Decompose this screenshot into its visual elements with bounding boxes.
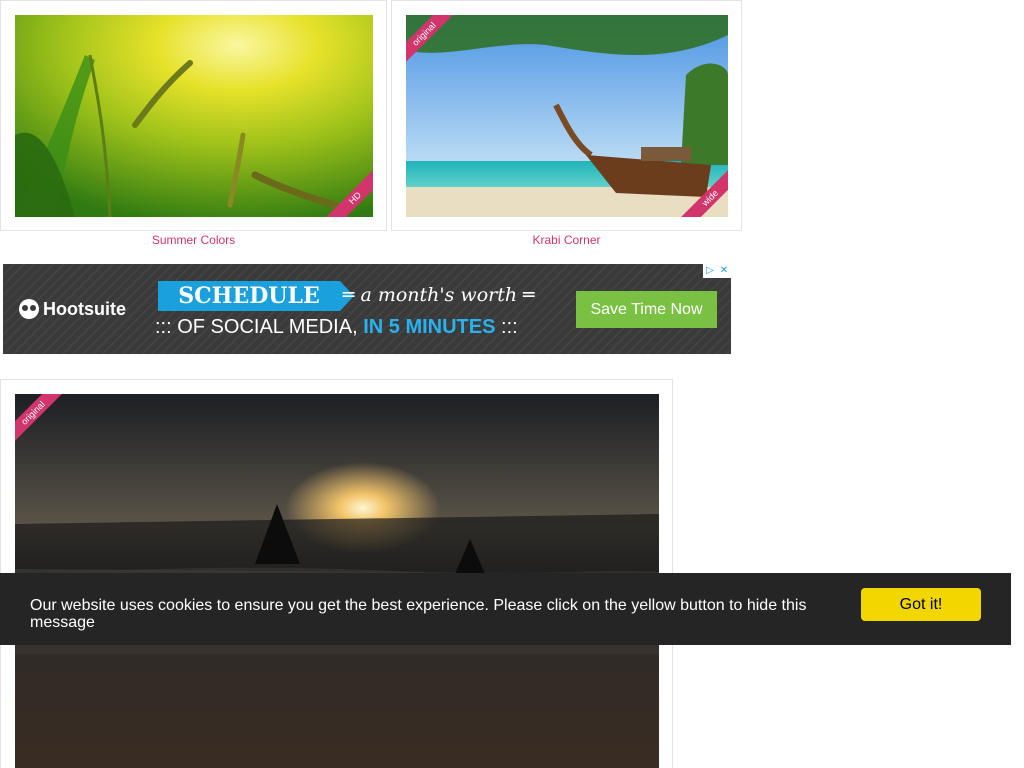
close-icon[interactable]: ✕ (717, 264, 731, 278)
got-it-button[interactable]: Got it! (861, 588, 981, 621)
owl-icon (19, 299, 39, 319)
hootsuite-ad-banner[interactable]: Hootsuite SCHEDULE ═ a month's worth ═ :… (3, 264, 731, 354)
wallpaper-card-krabi-corner: original wide (391, 0, 742, 231)
wallpaper-card-summer-colors: HD (0, 0, 387, 231)
hootsuite-logo: Hootsuite (19, 296, 126, 322)
ad-brand-name: Hootsuite (43, 298, 126, 319)
wallpaper-title-krabi-corner[interactable]: Krabi Corner (391, 233, 742, 247)
ad-subheadline: ::: OF SOCIAL MEDIA, IN 5 MINUTES ::: (155, 316, 518, 338)
wallpaper-thumbnail-summer-colors[interactable]: HD (15, 15, 373, 217)
wallpaper-thumbnail-krabi-corner[interactable]: original wide (406, 15, 728, 217)
ad-tagline: ═ a month's worth ═ (343, 284, 535, 306)
wallpaper-title-summer-colors[interactable]: Summer Colors (0, 233, 387, 247)
cookie-message: Our website uses cookies to ensure you g… (30, 597, 807, 631)
adchoices-icon[interactable]: ▷ (703, 264, 717, 278)
save-time-now-button[interactable]: Save Time Now (576, 291, 717, 328)
ad-headline: SCHEDULE (158, 281, 354, 311)
cookie-consent-bar: Our website uses cookies to ensure you g… (0, 573, 1011, 645)
